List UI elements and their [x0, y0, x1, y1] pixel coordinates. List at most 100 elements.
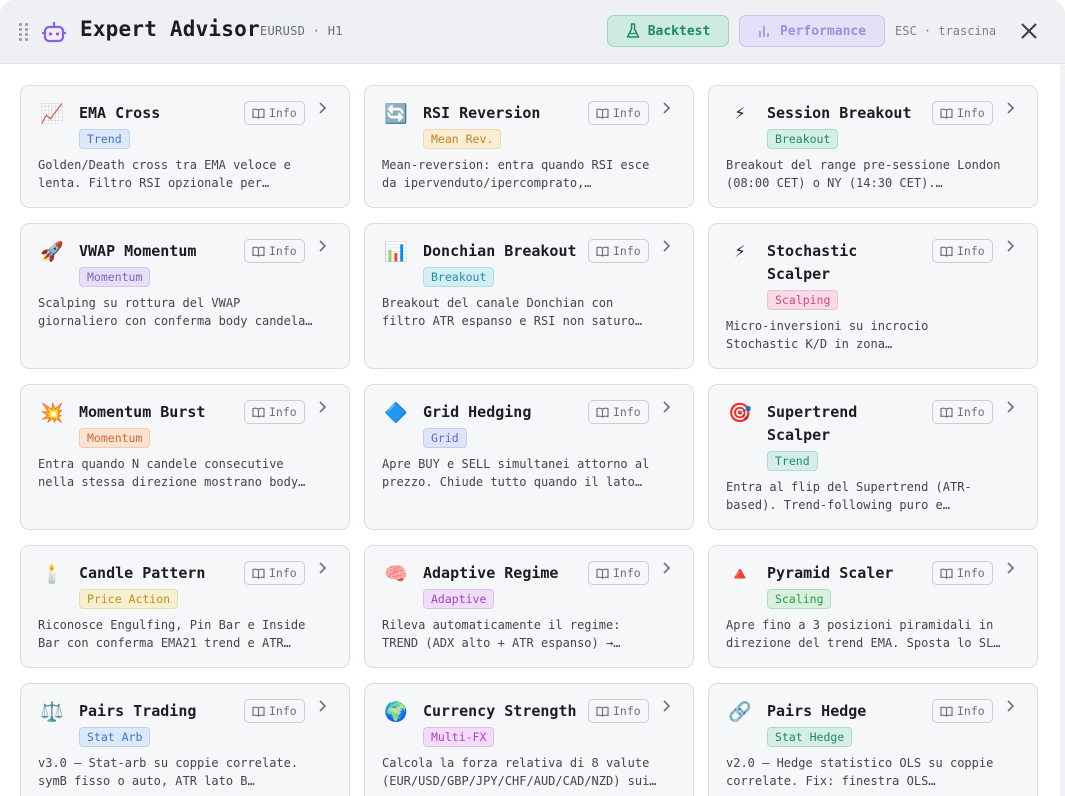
strategy-name: Adaptive Regime: [423, 562, 591, 585]
strategy-name: Currency Strength: [423, 700, 591, 723]
category-badge: Adaptive: [423, 589, 495, 609]
keyboard-hint: ESC · trascina: [895, 24, 997, 38]
chevron-right-icon[interactable]: [661, 399, 673, 415]
strategy-card[interactable]: 📊 Donchian Breakout Breakout Info Breako…: [364, 223, 694, 369]
strategy-card[interactable]: 🎯 Supertrend Scalper Trend Info Entra al …: [708, 384, 1038, 530]
description-line: Apre fino a 3 posizioni piramidali in: [726, 618, 994, 632]
chevron-right-icon[interactable]: [1005, 698, 1017, 714]
info-label: Info: [957, 566, 985, 580]
strategy-name-line2: Scalper: [767, 265, 831, 283]
info-button[interactable]: Info: [588, 561, 649, 585]
strategy-description: Breakout del range pre-sessione London (…: [726, 156, 1022, 192]
chevron-right-icon[interactable]: [1005, 238, 1017, 254]
info-label: Info: [613, 405, 641, 419]
info-button[interactable]: Info: [244, 101, 305, 125]
category-badge: Mean Rev.: [423, 129, 502, 149]
strategy-card[interactable]: 🔄 RSI Reversion Mean Rev. Info Mean-reve…: [364, 85, 694, 208]
strategy-card[interactable]: ⚡ Stochastic Scalper Scalping Info Micro-…: [708, 223, 1038, 369]
header-bar[interactable]: Expert Advisor EURUSD · H1 Backtest Perf…: [0, 0, 1065, 64]
strategy-card[interactable]: 🚀 VWAP Momentum Momentum Info Scalping s…: [20, 223, 350, 369]
strategy-icon: ⚡: [734, 102, 746, 124]
drag-handle-icon[interactable]: [19, 23, 31, 41]
info-button[interactable]: Info: [932, 699, 993, 723]
description-line: Entra al flip del Supertrend (ATR-: [726, 480, 972, 494]
book-icon: [252, 706, 265, 717]
info-button[interactable]: Info: [244, 239, 305, 263]
category-badge: Stat Arb: [79, 727, 151, 747]
chevron-right-icon[interactable]: [317, 560, 329, 576]
chevron-right-icon[interactable]: [661, 698, 673, 714]
info-button[interactable]: Info: [932, 400, 993, 424]
description-line: lenta. Filtro RSI opzionale per…: [38, 176, 270, 190]
strategy-card[interactable]: ⚖️ Pairs Trading Stat Arb Info v3.0 — St…: [20, 683, 350, 796]
strategy-name-text: Pyramid Scaler: [767, 564, 894, 582]
strategy-card[interactable]: 🌍 Currency Strength Multi-FX Info Calcol…: [364, 683, 694, 796]
strategy-card[interactable]: 💥 Momentum Burst Momentum Info Entra qua…: [20, 384, 350, 530]
chevron-right-icon[interactable]: [1005, 560, 1017, 576]
strategy-card[interactable]: 🔺 Pyramid Scaler Scaling Info Apre fino …: [708, 545, 1038, 668]
strategy-card[interactable]: ⚡ Session Breakout Breakout Info Breakou…: [708, 85, 1038, 208]
info-button[interactable]: Info: [932, 561, 993, 585]
description-line: based). Trend-following puro e…: [726, 498, 950, 512]
info-button[interactable]: Info: [932, 101, 993, 125]
strategy-name: EMA Cross: [79, 102, 247, 125]
strategy-name: RSI Reversion: [423, 102, 591, 125]
chevron-right-icon[interactable]: [317, 698, 329, 714]
close-icon[interactable]: [1018, 20, 1040, 42]
description-line: Rileva automaticamente il regime:: [382, 618, 621, 632]
strategy-card[interactable]: 🧠 Adaptive Regime Adaptive Info Rileva a…: [364, 545, 694, 668]
performance-label: Performance: [779, 23, 867, 39]
strategy-name-text: RSI Reversion: [423, 104, 541, 122]
window-title: Expert Advisor: [80, 17, 260, 41]
category-badge: Multi-FX: [423, 727, 495, 747]
description-line: da ipervenduto/ipercomprato,…: [382, 176, 592, 190]
scrollbar[interactable]: [1060, 65, 1065, 796]
description-line: Mean-reversion: entra quando RSI esce: [382, 158, 650, 172]
chevron-right-icon[interactable]: [1005, 100, 1017, 116]
strategy-grid[interactable]: 📈 EMA Cross Trend Info Golden/Death cros…: [0, 65, 1065, 796]
chevron-right-icon[interactable]: [317, 238, 329, 254]
info-label: Info: [613, 566, 641, 580]
book-icon: [596, 568, 609, 579]
category-badge: Trend: [79, 129, 130, 149]
strategy-card[interactable]: 🔗 Pairs Hedge Stat Hedge Info v2.0 — Hed…: [708, 683, 1038, 796]
info-button[interactable]: Info: [244, 561, 305, 585]
description-line: Scalping su rottura del VWAP: [38, 296, 241, 310]
description-line: (08:00 CET) o NY (14:30 CET).…: [726, 176, 943, 190]
strategy-description: Apre fino a 3 posizioni piramidali in di…: [726, 616, 1022, 652]
robot-icon: [42, 22, 66, 43]
info-button[interactable]: Info: [588, 400, 649, 424]
strategy-name-text: Currency Strength: [423, 702, 577, 720]
strategy-card[interactable]: 🔷 Grid Hedging Grid Info Apre BUY e SELL…: [364, 384, 694, 530]
strategy-name-text: Grid Hedging: [423, 403, 532, 421]
chevron-right-icon[interactable]: [661, 100, 673, 116]
strategy-name-text: VWAP Momentum: [79, 242, 197, 260]
info-button[interactable]: Info: [244, 400, 305, 424]
book-icon: [940, 108, 953, 119]
chevron-right-icon[interactable]: [1005, 399, 1017, 415]
chevron-right-icon[interactable]: [317, 100, 329, 116]
description-line: Calcola la forza relativa di 8 valute: [382, 756, 650, 770]
chevron-right-icon[interactable]: [661, 560, 673, 576]
description-line: (EUR/USD/GBP/JPY/CHF/AUD/CAD/NZD) sui…: [382, 774, 657, 788]
info-button[interactable]: Info: [588, 239, 649, 263]
book-icon: [596, 246, 609, 257]
info-button[interactable]: Info: [588, 699, 649, 723]
info-button[interactable]: Info: [588, 101, 649, 125]
description-line: correlate. Fix: finestra OLS…: [726, 774, 936, 788]
strategy-description: Entra al flip del Supertrend (ATR- based…: [726, 478, 1022, 514]
chevron-right-icon[interactable]: [317, 399, 329, 415]
backtest-button[interactable]: Backtest: [607, 15, 729, 47]
strategy-name-text: Donchian Breakout: [423, 242, 577, 260]
category-badge: Price Action: [79, 589, 179, 609]
book-icon: [596, 108, 609, 119]
strategy-name: Pairs Trading: [79, 700, 247, 723]
chevron-right-icon[interactable]: [661, 238, 673, 254]
strategy-card[interactable]: 🕯️ Candle Pattern Price Action Info Rico…: [20, 545, 350, 668]
info-button[interactable]: Info: [932, 239, 993, 263]
info-button[interactable]: Info: [244, 699, 305, 723]
strategy-description: Entra quando N candele consecutive nella…: [38, 455, 334, 491]
performance-button[interactable]: Performance: [739, 15, 885, 47]
category-badge: Breakout: [767, 129, 839, 149]
strategy-card[interactable]: 📈 EMA Cross Trend Info Golden/Death cros…: [20, 85, 350, 208]
